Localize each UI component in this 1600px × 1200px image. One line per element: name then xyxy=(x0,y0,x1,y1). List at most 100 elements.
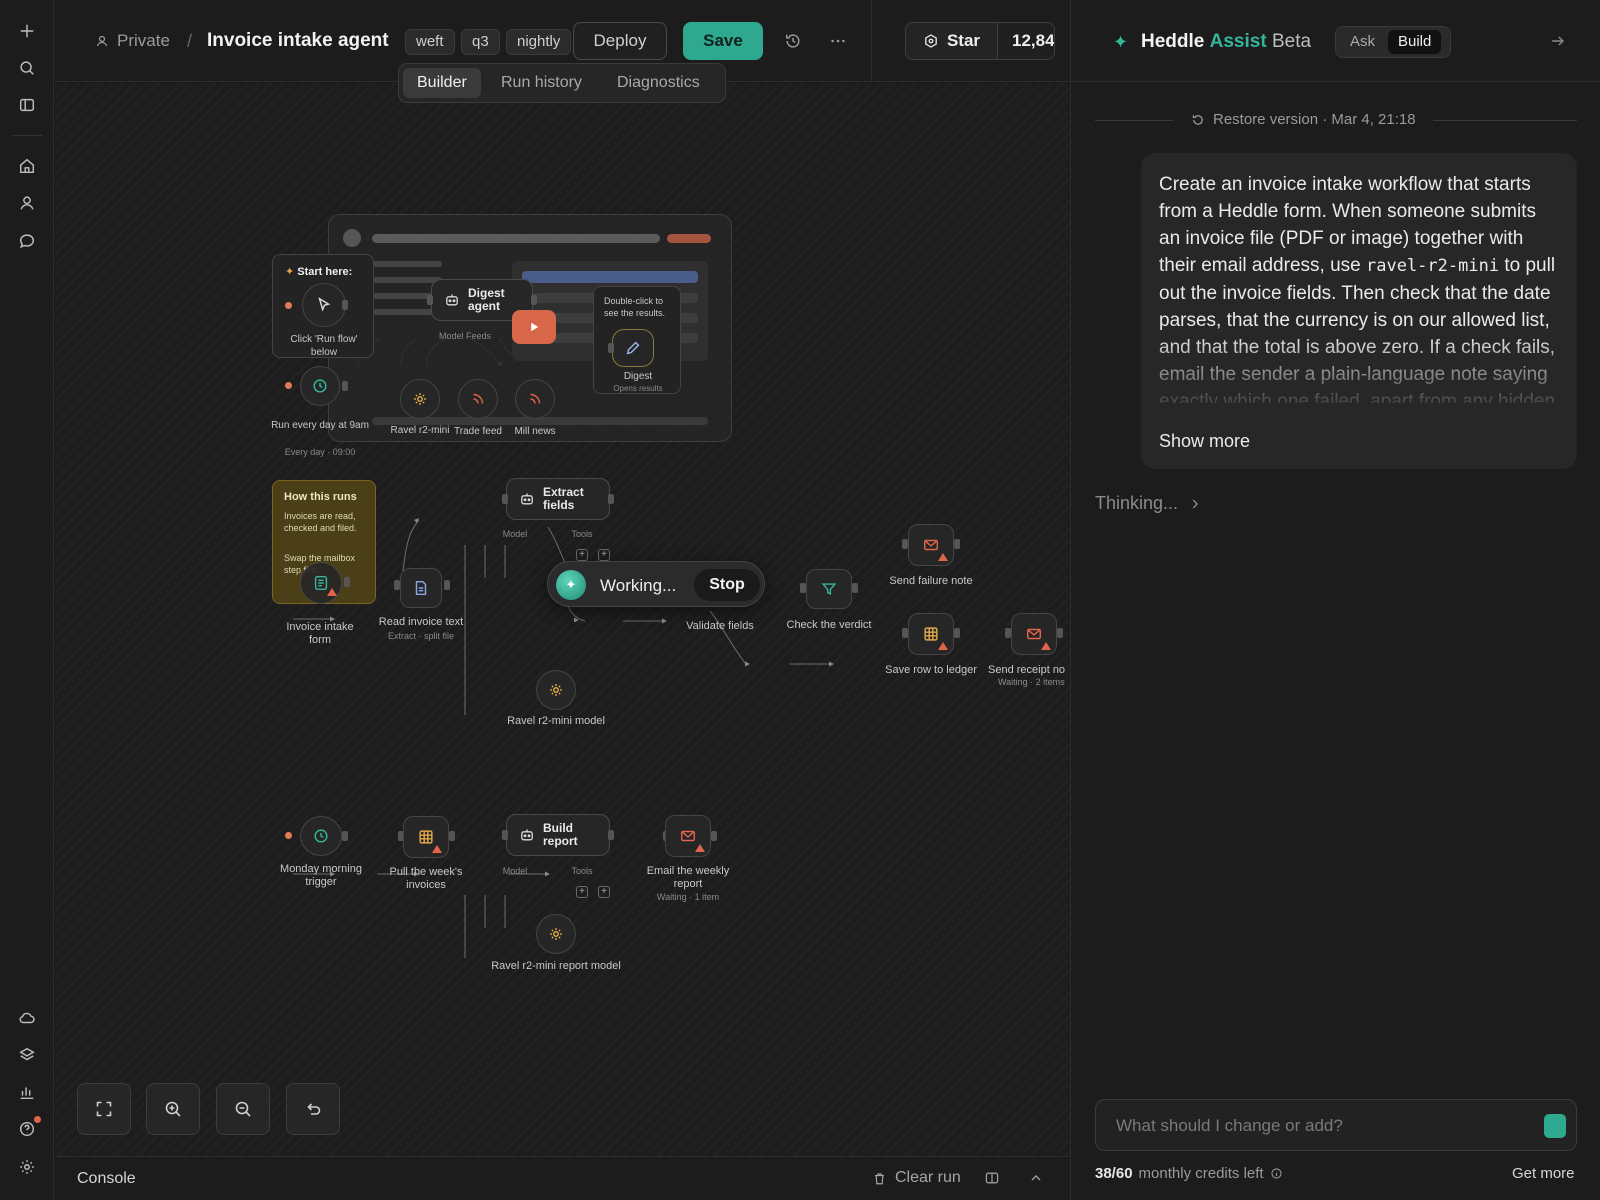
deploy-button[interactable]: Deploy xyxy=(573,22,667,60)
node-port[interactable] xyxy=(502,830,508,840)
search-icon[interactable] xyxy=(13,54,41,82)
read-invoice-node[interactable] xyxy=(400,568,442,608)
status-dot xyxy=(285,832,292,839)
star-button[interactable]: Star xyxy=(905,22,997,60)
sidebar-toggle-icon[interactable] xyxy=(13,91,41,119)
node-port[interactable] xyxy=(449,831,455,841)
node-port[interactable] xyxy=(502,494,508,504)
add-model-button[interactable]: + xyxy=(576,886,588,898)
history-icon[interactable] xyxy=(782,30,804,52)
chevron-up-icon[interactable] xyxy=(1028,1170,1046,1188)
prompt-input[interactable]: What should I change or add? xyxy=(1095,1099,1577,1151)
node-port[interactable] xyxy=(711,831,717,841)
node-port[interactable] xyxy=(954,628,960,638)
clear-run-button[interactable]: Clear run xyxy=(872,1169,961,1187)
mode-build[interactable]: Build xyxy=(1388,30,1442,54)
more-icon[interactable] xyxy=(827,30,849,52)
add-tool-button[interactable]: + xyxy=(598,886,610,898)
pull-invoices-node[interactable] xyxy=(403,816,449,858)
stop-button[interactable]: Stop xyxy=(694,569,760,601)
zoom-out-button[interactable] xyxy=(216,1083,270,1135)
node-port[interactable] xyxy=(344,577,350,587)
email-report-sub: Waiting · 1 item xyxy=(656,892,720,902)
intake-form-node[interactable] xyxy=(300,562,342,604)
tab-diagnostics[interactable]: Diagnostics xyxy=(603,68,714,98)
extract-fields-node[interactable]: Extract fields xyxy=(506,478,610,520)
node-port[interactable] xyxy=(1057,628,1063,638)
status-dot xyxy=(285,302,292,309)
tab-builder[interactable]: Builder xyxy=(403,68,481,98)
node-port[interactable] xyxy=(800,583,806,593)
save-button[interactable]: Save xyxy=(683,22,763,60)
gear-icon[interactable] xyxy=(13,1153,41,1181)
mill-news-node[interactable] xyxy=(515,379,555,419)
mode-ask[interactable]: Ask xyxy=(1340,30,1385,54)
mill-news-label: Mill news xyxy=(514,426,556,437)
node-port[interactable] xyxy=(902,539,908,549)
ravel-tutorial-node[interactable] xyxy=(400,379,440,419)
validate-label: Validate fields xyxy=(686,620,754,632)
restore-version-link[interactable]: Restore version · Mar 4, 21:18 xyxy=(1191,111,1416,128)
fit-view-button[interactable] xyxy=(77,1083,131,1135)
layers-icon[interactable] xyxy=(13,1041,41,1069)
workflow-canvas[interactable]: ✦ Start here: Click 'Run flow' below Dig… xyxy=(55,83,1070,1156)
zoom-in-button[interactable] xyxy=(146,1083,200,1135)
node-port[interactable] xyxy=(852,583,858,593)
node-port[interactable] xyxy=(444,580,450,590)
user-icon[interactable] xyxy=(13,189,41,217)
add-model-button[interactable]: + xyxy=(576,549,588,561)
zoom-in-icon xyxy=(165,1101,181,1117)
cursor-node[interactable] xyxy=(302,283,346,327)
node-port[interactable] xyxy=(531,295,537,305)
cloud-icon[interactable] xyxy=(13,1004,41,1032)
node-port[interactable] xyxy=(342,831,348,841)
get-more-link[interactable]: Get more xyxy=(1512,1165,1575,1182)
digest-node[interactable] xyxy=(612,329,654,367)
trade-feed-node[interactable] xyxy=(458,379,498,419)
monday-trigger-node[interactable] xyxy=(300,816,342,856)
thinking-toggle[interactable]: Thinking... xyxy=(1095,493,1202,514)
check-verdict-node[interactable] xyxy=(806,569,852,609)
info-icon[interactable] xyxy=(1270,1167,1283,1180)
read-invoice-sub: Extract · split file xyxy=(387,631,454,641)
document-icon xyxy=(415,580,427,596)
chat-icon[interactable] xyxy=(13,227,41,255)
breadcrumb-private[interactable]: Private xyxy=(95,31,170,51)
plus-icon[interactable] xyxy=(13,17,41,45)
tools-label: Tools xyxy=(571,529,593,539)
intake-form-label: Invoice intake form xyxy=(286,621,354,646)
tag-weft[interactable]: weft xyxy=(405,29,455,55)
model-label: Model xyxy=(502,529,528,539)
prompt-placeholder: What should I change or add? xyxy=(1116,1116,1343,1135)
ravel-model-label: Ravel r2-mini model xyxy=(507,715,605,727)
user-message-text: Create an invoice intake workflow that s… xyxy=(1159,174,1556,403)
ravel-model-node[interactable] xyxy=(536,670,576,710)
build-report-node[interactable]: Build report xyxy=(506,814,610,856)
tag-q3[interactable]: q3 xyxy=(461,29,500,55)
tab-run-history[interactable]: Run history xyxy=(487,68,596,98)
node-port[interactable] xyxy=(342,300,348,310)
console-bar[interactable]: Console Clear run xyxy=(55,1156,1070,1200)
home-icon[interactable] xyxy=(13,152,41,180)
tag-nightly[interactable]: nightly xyxy=(506,29,572,55)
run-flow-button[interactable] xyxy=(512,310,556,344)
chart-icon[interactable] xyxy=(13,1078,41,1106)
page-title[interactable]: Invoice intake agent xyxy=(207,30,389,52)
node-port[interactable] xyxy=(954,539,960,549)
send-button[interactable] xyxy=(1544,1114,1566,1138)
schedule-node[interactable] xyxy=(300,366,340,406)
node-port[interactable] xyxy=(1005,628,1011,638)
split-view-icon[interactable] xyxy=(984,1170,1002,1188)
show-more-link[interactable]: Show more xyxy=(1159,431,1250,452)
node-port[interactable] xyxy=(902,628,908,638)
undo-button[interactable] xyxy=(286,1083,340,1135)
ravel-report-node[interactable] xyxy=(536,914,576,954)
node-port[interactable] xyxy=(427,295,433,305)
node-port[interactable] xyxy=(342,381,348,391)
assist-panel: ✦ Heddle Assist Beta Ask Build Restore v… xyxy=(1070,0,1600,1200)
add-tool-button[interactable]: + xyxy=(598,549,610,561)
node-port[interactable] xyxy=(608,343,614,353)
collapse-panel-icon[interactable] xyxy=(1549,32,1569,52)
node-port[interactable] xyxy=(608,830,614,840)
node-port[interactable] xyxy=(608,494,614,504)
